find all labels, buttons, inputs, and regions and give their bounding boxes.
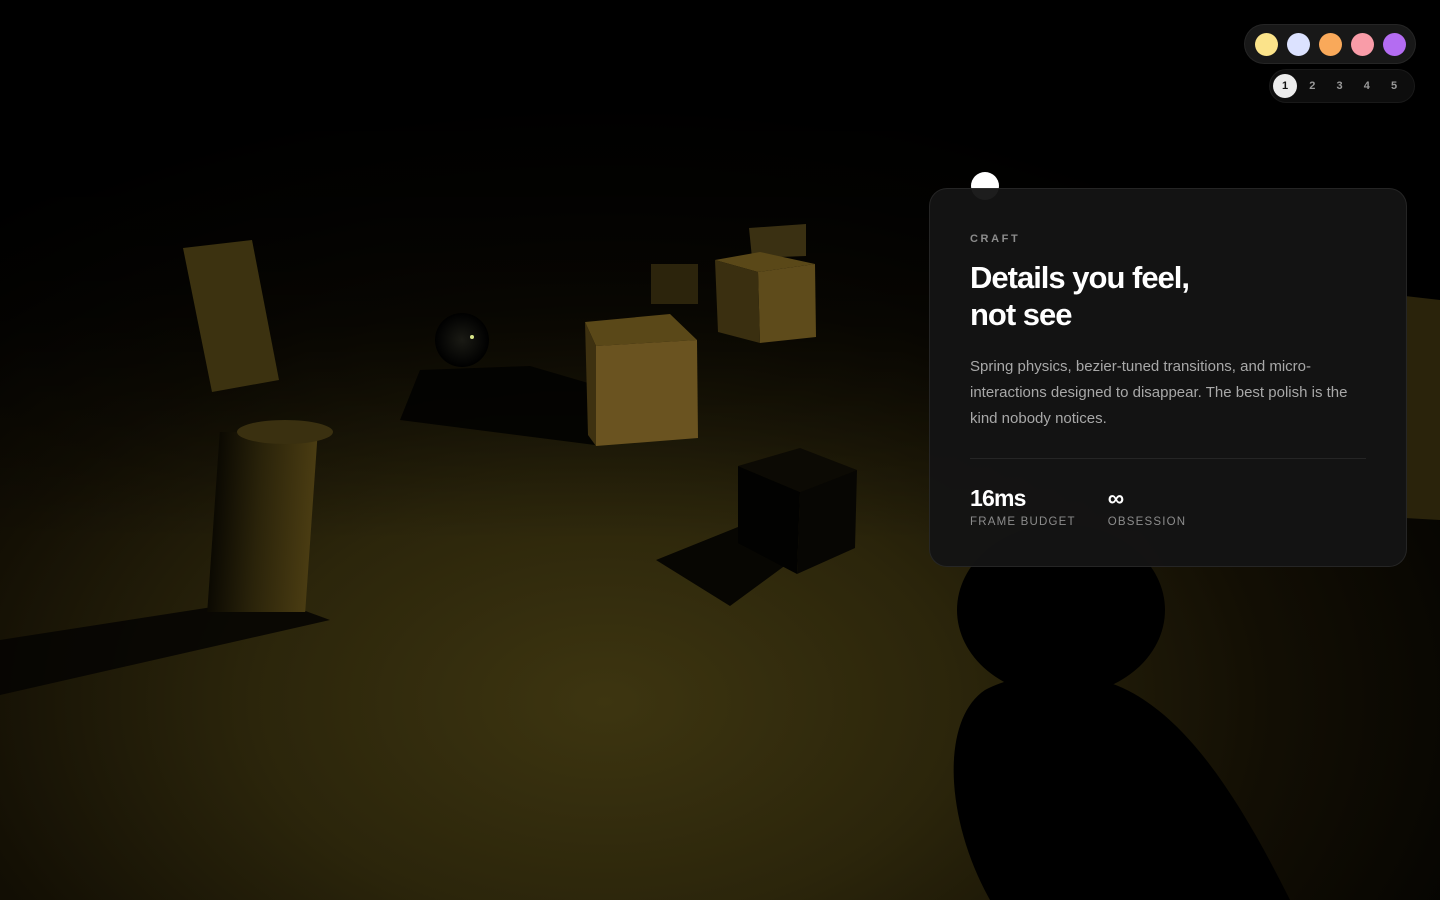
stat-frame-budget: 16ms FRAME BUDGET xyxy=(970,485,1076,528)
stat-value: 16ms xyxy=(970,485,1026,511)
card-title-line-1: Details you feel, xyxy=(970,260,1190,295)
card-stats: 16ms FRAME BUDGET ∞ OBSESSION xyxy=(970,485,1366,528)
stat-label: OBSESSION xyxy=(1107,516,1187,528)
page-button-2[interactable]: 2 xyxy=(1300,74,1324,98)
swatch-orange[interactable] xyxy=(1318,32,1342,56)
page-stage: 1 2 3 4 5 CRAFT Details you feel, not se… xyxy=(0,0,1440,900)
middle-cube xyxy=(585,314,698,446)
page-button-4[interactable]: 4 xyxy=(1355,74,1379,98)
stat-obsession: ∞ OBSESSION xyxy=(1108,485,1187,528)
right-block xyxy=(1405,296,1440,520)
card-description: Spring physics, bezier-tuned transitions… xyxy=(970,358,1348,427)
stat-label: FRAME BUDGET xyxy=(970,516,1076,528)
swatch-pink[interactable] xyxy=(1350,32,1374,56)
back-cube-right xyxy=(715,252,816,343)
swatch-lavender[interactable] xyxy=(1286,32,1310,56)
page-button-5[interactable]: 5 xyxy=(1382,74,1406,98)
dark-orb xyxy=(435,313,489,367)
page-selector: 1 2 3 4 5 xyxy=(1269,69,1415,103)
card-title: Details you feel, not see xyxy=(970,259,1366,333)
orb-spark xyxy=(470,335,474,339)
card-eyebrow: CRAFT xyxy=(970,233,1021,245)
stat-value: ∞ xyxy=(1107,485,1124,511)
swatch-purple[interactable] xyxy=(1382,32,1406,56)
card-title-line-2: not see xyxy=(970,297,1073,332)
page-button-3[interactable]: 3 xyxy=(1328,74,1352,98)
swatch-yellow[interactable] xyxy=(1254,32,1278,56)
info-card: CRAFT Details you feel, not see Spring p… xyxy=(929,188,1407,567)
card-divider xyxy=(970,458,1366,459)
color-swatch-picker xyxy=(1244,24,1416,64)
page-button-1[interactable]: 1 xyxy=(1273,74,1297,98)
back-cube-small xyxy=(651,264,698,304)
